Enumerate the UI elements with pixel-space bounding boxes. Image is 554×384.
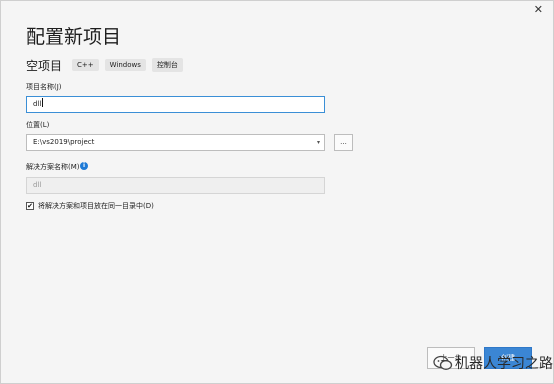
template-name: 空项目 <box>26 58 63 73</box>
location-dropdown[interactable]: E:\vs2019\project ▾ <box>26 134 325 151</box>
project-name-input[interactable]: dll <box>26 96 325 113</box>
text-caret <box>42 98 44 107</box>
tag-language: C++ <box>72 59 99 71</box>
solution-name-input: dll <box>26 177 325 194</box>
template-summary: 空项目 C++ Windows 控制台 <box>26 57 183 73</box>
location-value: E:\vs2019\project <box>33 138 95 146</box>
browse-button[interactable]: ... <box>334 134 353 151</box>
tag-project-type: 控制台 <box>151 58 183 72</box>
project-name-label: 项目名称(J) <box>26 83 62 91</box>
page-title: 配置新项目 <box>26 26 122 48</box>
location-label: 位置(L) <box>26 121 50 129</box>
solution-name-label: 解决方案名称(M) <box>26 163 80 171</box>
watermark: 机器人学习之路 <box>433 353 553 373</box>
close-button[interactable]: ✕ <box>534 3 543 17</box>
solution-name-value: dll <box>33 181 42 189</box>
chevron-down-icon: ▾ <box>316 139 320 146</box>
info-icon[interactable]: i <box>80 162 88 170</box>
project-name-value: dll <box>33 100 42 108</box>
same-directory-label: 将解决方案和项目放在同一目录中(D) <box>38 202 154 210</box>
watermark-text: 机器人学习之路 <box>455 356 553 372</box>
wechat-logo-icon <box>433 355 453 370</box>
tag-platform: Windows <box>104 59 146 71</box>
same-directory-checkbox[interactable]: ✔ <box>26 202 34 210</box>
same-directory-option[interactable]: ✔ 将解决方案和项目放在同一目录中(D) <box>26 201 154 211</box>
dialog-window: ✕ 配置新项目 空项目 C++ Windows 控制台 项目名称(J) dll … <box>0 0 554 384</box>
